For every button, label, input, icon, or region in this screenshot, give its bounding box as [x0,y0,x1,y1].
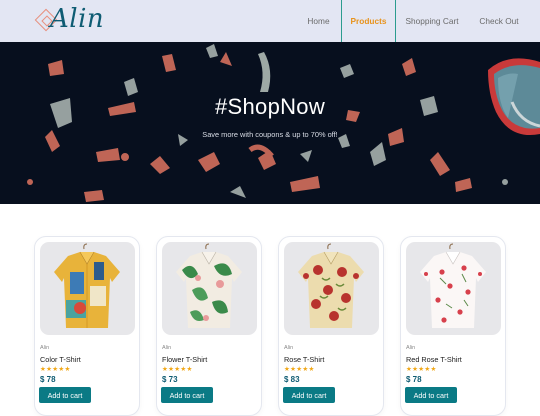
rating-stars-icon: ★★★★★ [406,365,437,373]
product-price: $ 78 [406,375,422,384]
product-brand: Alin [162,345,172,351]
hero-confetti-decoration [27,44,540,202]
site-logo[interactable]: Alin [34,4,104,38]
product-price: $ 73 [162,375,178,384]
product-name[interactable]: Color T-Shirt [40,355,81,364]
product-card[interactable]: Alin Color T-Shirt ★★★★★ $ 78 Add to car… [34,236,140,416]
product-card[interactable]: Alin Red Rose T-Shirt ★★★★★ $ 78 Add to … [400,236,506,416]
logo-text: Alin [50,4,105,34]
product-price: $ 78 [40,375,56,384]
product-image[interactable] [406,242,501,335]
rating-stars-icon: ★★★★★ [284,365,315,373]
product-name[interactable]: Rose T-Shirt [284,355,324,364]
product-card[interactable]: Alin Flower T-Shirt ★★★★★ $ 73 Add to ca… [156,236,262,416]
product-image[interactable] [162,242,257,335]
product-card[interactable]: Alin Rose T-Shirt ★★★★★ $ 83 Add to cart [278,236,384,416]
hero-subtitle: Save more with coupons & up to 70% off! [202,130,338,139]
rating-stars-icon: ★★★★★ [162,365,193,373]
product-brand: Alin [406,345,416,351]
product-brand: Alin [40,345,50,351]
nav-home-link[interactable]: Home [296,0,341,42]
hero-banner: #ShopNow Save more with coupons & up to … [0,42,540,204]
nav-shopping-cart-link[interactable]: Shopping Cart [396,0,468,42]
add-to-cart-button[interactable]: Add to cart [283,387,335,403]
add-to-cart-button[interactable]: Add to cart [405,387,457,403]
nav-check-out-link[interactable]: Check Out [468,0,530,42]
hero-title: #ShopNow [214,94,326,119]
product-image[interactable] [40,242,135,335]
product-price: $ 83 [284,375,300,384]
product-grid: Alin Color T-Shirt ★★★★★ $ 78 Add to car… [0,204,540,416]
nav-products-link[interactable]: Products [341,0,396,42]
add-to-cart-button[interactable]: Add to cart [161,387,213,403]
product-name[interactable]: Flower T-Shirt [162,355,207,364]
rating-stars-icon: ★★★★★ [40,365,71,373]
product-name[interactable]: Red Rose T-Shirt [406,355,462,364]
main-nav: Home Products Shopping Cart Check Out [296,0,540,42]
site-header: Alin Home Products Shopping Cart Check O… [0,0,540,42]
add-to-cart-button[interactable]: Add to cart [39,387,91,403]
product-brand: Alin [284,345,294,351]
product-image[interactable] [284,242,379,335]
